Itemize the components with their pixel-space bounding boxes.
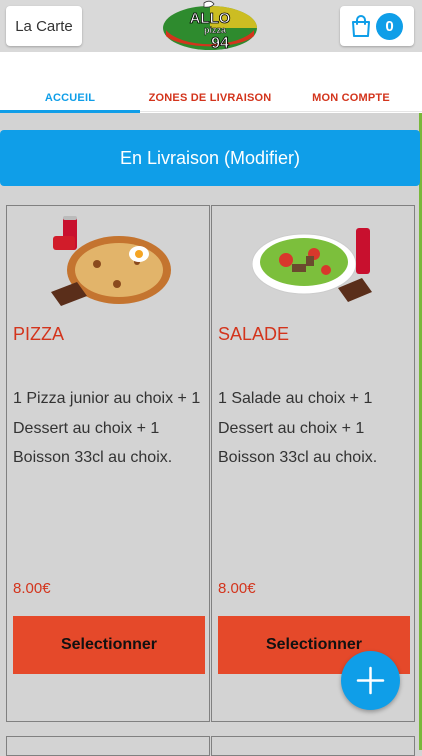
product-price: 8.00€: [13, 580, 51, 597]
add-fab-button[interactable]: [341, 651, 400, 710]
plus-icon: [356, 666, 385, 695]
pizza-menu-image: [51, 216, 171, 306]
cart-button[interactable]: 0: [340, 6, 414, 46]
cart-count-badge: 0: [376, 13, 403, 40]
product-title: PIZZA: [13, 324, 65, 344]
product-card-pizza[interactable]: PIZZA 1 Pizza junior au choix + 1 Desser…: [6, 205, 210, 722]
allo-pizza-logo[interactable]: ALLO pizza 94: [160, 0, 264, 52]
tab-divider: [140, 111, 422, 112]
product-card-next[interactable]: [6, 736, 210, 756]
tab-zones-de-livraison[interactable]: ZONES DE LIVRAISON: [140, 92, 280, 104]
product-description: 1 Salade au choix + 1 Dessert au choix +…: [218, 390, 378, 466]
shopping-bag-icon: [352, 15, 370, 37]
product-description: 1 Pizza junior au choix + 1 Dessert au c…: [13, 390, 201, 466]
active-tab-indicator: [0, 110, 140, 113]
product-card-next[interactable]: [211, 736, 415, 756]
menu-button[interactable]: La Carte: [6, 6, 82, 46]
product-title: SALADE: [218, 324, 290, 344]
salad-menu-image: [252, 228, 372, 302]
product-card-salade[interactable]: SALADE 1 Salade au choix + 1 Dessert au …: [211, 205, 415, 722]
tab-mon-compte[interactable]: MON COMPTE: [280, 92, 422, 104]
select-button[interactable]: Selectionner: [13, 616, 205, 674]
logo-line-2: pizza: [204, 25, 227, 35]
product-price: 8.00€: [218, 580, 256, 597]
nav-tabs: ACCUEIL ZONES DE LIVRAISON MON COMPTE: [0, 52, 422, 113]
top-bar: La Carte ALLO pizza 94 0: [0, 0, 422, 52]
tab-accueil[interactable]: ACCUEIL: [0, 92, 140, 104]
logo-line-3: 94: [211, 35, 229, 52]
delivery-mode-button[interactable]: En Livraison (Modifier): [0, 130, 420, 186]
